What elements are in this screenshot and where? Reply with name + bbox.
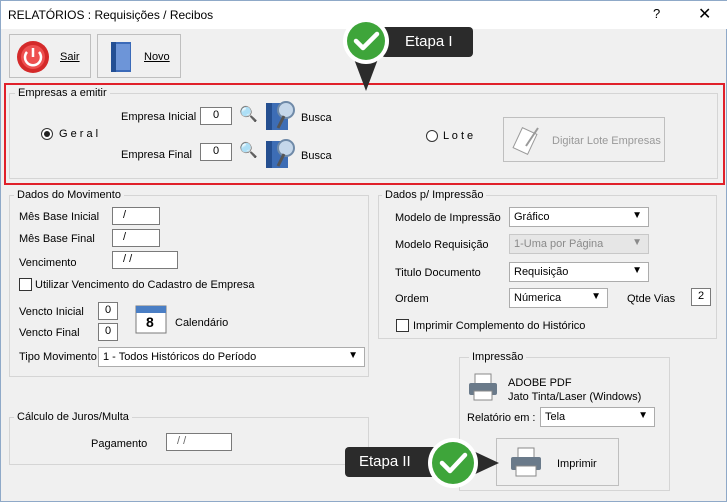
etapa1-pin bbox=[343, 18, 389, 91]
ordem-select[interactable]: Númerica ▼ bbox=[509, 288, 608, 308]
ordem-value: Númerica bbox=[514, 292, 562, 304]
sair-label: Sair bbox=[60, 51, 80, 63]
titulo-documento-value: Requisição bbox=[514, 266, 569, 278]
printer-icon bbox=[469, 373, 497, 401]
vencto-inicial-label: Vencto Inicial bbox=[19, 306, 84, 318]
chevron-down-icon: ▼ bbox=[638, 410, 648, 421]
utilizar-vencimento-checkbox[interactable] bbox=[19, 278, 32, 291]
tipo-movimento-select[interactable]: 1 - Todos Históricos do Período ▼ bbox=[98, 347, 365, 367]
printer-name: ADOBE PDF bbox=[508, 377, 572, 389]
juros-legend: Cálculo de Juros/Multa bbox=[14, 411, 132, 423]
etapa1-callout: Etapa I bbox=[381, 27, 473, 57]
sair-button[interactable]: Sair bbox=[9, 34, 91, 78]
relatorio-em-select[interactable]: Tela ▼ bbox=[540, 407, 655, 427]
chevron-down-icon: ▼ bbox=[632, 265, 642, 276]
etapa2-label: Etapa II bbox=[359, 453, 411, 470]
imprimir-complemento-checkbox[interactable] bbox=[396, 319, 409, 332]
mes-inicial-input[interactable]: / bbox=[112, 207, 160, 225]
calendar-day: 8 bbox=[146, 314, 154, 330]
novo-label: Novo bbox=[144, 51, 170, 63]
pagamento-input[interactable]: / / bbox=[166, 433, 232, 451]
mes-final-input[interactable]: / bbox=[112, 229, 160, 247]
calendario-label: Calendário bbox=[175, 317, 229, 329]
vencimento-label: Vencimento bbox=[19, 257, 77, 269]
chevron-down-icon: ▼ bbox=[632, 237, 642, 248]
titulo-documento-select[interactable]: Requisição ▼ bbox=[509, 262, 649, 282]
imprimir-label: Imprimir bbox=[557, 458, 597, 470]
dados-impressao-legend: Dados p/ Impressão bbox=[382, 189, 487, 201]
pagamento-label: Pagamento bbox=[91, 438, 148, 450]
movimento-legend: Dados do Movimento bbox=[14, 189, 124, 201]
report-window: RELATÓRIOS : Requisições / Recibos ? ✕ S… bbox=[0, 0, 727, 502]
relatorio-em-label: Relatório em : bbox=[467, 412, 536, 424]
tipo-movimento-label: Tipo Movimento bbox=[19, 351, 97, 363]
mes-inicial-label: Mês Base Inicial bbox=[19, 211, 100, 223]
modelo-requisicao-select[interactable]: 1-Uma por Página ▼ bbox=[509, 234, 649, 254]
imprimir-complemento-label: Imprimir Complemento do Histórico bbox=[413, 320, 586, 332]
help-button[interactable]: ? bbox=[653, 6, 660, 21]
vencto-final-input[interactable]: 0 bbox=[98, 323, 118, 341]
chevron-down-icon: ▼ bbox=[348, 350, 358, 361]
impressao-legend: Impressão bbox=[469, 351, 527, 363]
vencto-inicial-input[interactable]: 0 bbox=[98, 302, 118, 320]
modelo-impressao-value: Gráfico bbox=[514, 211, 550, 223]
ordem-label: Ordem bbox=[395, 293, 429, 305]
vencto-final-label: Vencto Final bbox=[19, 327, 80, 339]
new-document-icon bbox=[111, 42, 131, 72]
etapa1-label: Etapa I bbox=[405, 33, 453, 50]
modelo-requisicao-value: 1-Uma por Página bbox=[514, 238, 604, 250]
titulo-documento-label: Titulo Documento bbox=[395, 267, 481, 279]
novo-button[interactable]: Novo bbox=[97, 34, 181, 78]
etapa1-highlight bbox=[4, 83, 725, 185]
chevron-down-icon: ▼ bbox=[632, 210, 642, 221]
window-title: RELATÓRIOS : Requisições / Recibos bbox=[8, 8, 214, 22]
mes-final-label: Mês Base Final bbox=[19, 233, 95, 245]
printer-type: Jato Tinta/Laser (Windows) bbox=[508, 391, 642, 403]
qtde-vias-label: Qtde Vias bbox=[627, 293, 676, 305]
close-button[interactable]: ✕ bbox=[698, 4, 711, 24]
chevron-down-icon: ▼ bbox=[591, 291, 601, 302]
modelo-requisicao-label: Modelo Requisição bbox=[395, 239, 489, 251]
tipo-movimento-value: 1 - Todos Históricos do Período bbox=[103, 351, 257, 363]
imprimir-button[interactable]: Imprimir bbox=[496, 438, 619, 486]
printer-icon bbox=[511, 447, 541, 477]
relatorio-em-value: Tela bbox=[545, 411, 566, 423]
modelo-impressao-label: Modelo de Impressão bbox=[395, 212, 501, 224]
qtde-vias-input[interactable]: 2 bbox=[691, 288, 711, 306]
etapa2-pin bbox=[428, 438, 499, 488]
vencimento-input[interactable]: / / bbox=[112, 251, 178, 269]
power-icon bbox=[17, 41, 49, 73]
utilizar-vencimento-label: Utilizar Vencimento do Cadastro de Empre… bbox=[35, 279, 255, 291]
modelo-impressao-select[interactable]: Gráfico ▼ bbox=[509, 207, 649, 227]
